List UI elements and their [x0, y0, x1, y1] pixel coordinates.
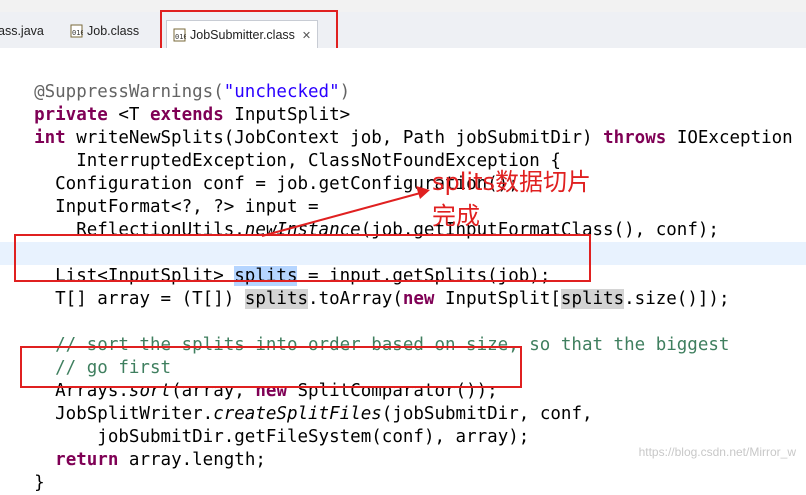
- annotation-text-line2: 完成: [432, 202, 480, 230]
- code-token: }: [34, 473, 45, 493]
- watermark: https://blog.csdn.net/Mirror_w: [638, 445, 796, 459]
- annotation-text-line1: splits数据切片: [432, 168, 591, 196]
- annotation-arrow: [261, 186, 430, 237]
